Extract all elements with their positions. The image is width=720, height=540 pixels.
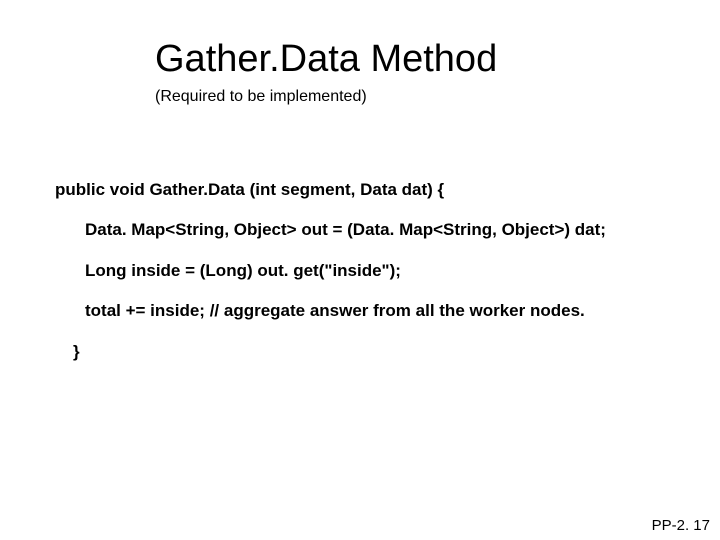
slide-subtitle: (Required to be implemented) bbox=[155, 88, 367, 106]
code-line: total += inside; // aggregate answer fro… bbox=[55, 301, 675, 321]
code-line: } bbox=[55, 342, 675, 362]
code-line: Long inside = (Long) out. get("inside"); bbox=[55, 261, 675, 281]
page-number: PP-2. 17 bbox=[652, 517, 710, 534]
code-line: public void Gather.Data (int segment, Da… bbox=[55, 180, 675, 200]
code-block: public void Gather.Data (int segment, Da… bbox=[55, 180, 675, 382]
code-line: Data. Map<String, Object> out = (Data. M… bbox=[55, 220, 675, 240]
slide-title: Gather.Data Method bbox=[155, 38, 497, 81]
slide: Gather.Data Method (Required to be imple… bbox=[0, 0, 720, 540]
